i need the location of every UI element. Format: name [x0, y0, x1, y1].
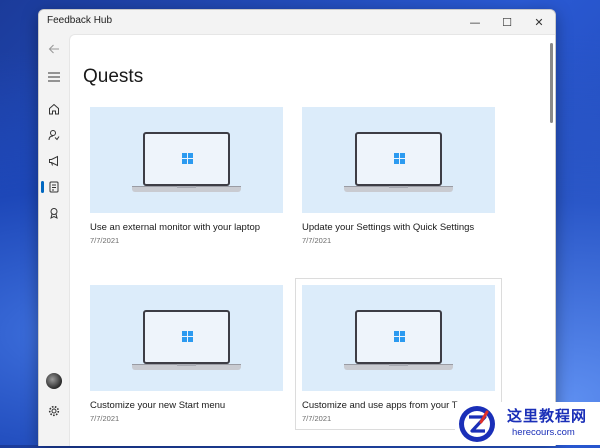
quest-illustration: [302, 107, 495, 213]
laptop-icon: [143, 132, 230, 186]
site-logo-icon: [457, 404, 497, 444]
windows-logo-icon: [182, 331, 194, 343]
quest-illustration: [302, 285, 495, 391]
feedback-icon: [48, 130, 60, 141]
window-title: Feedback Hub: [47, 15, 113, 26]
minimize-button[interactable]: —: [459, 10, 491, 34]
laptop-icon: [143, 310, 230, 364]
windows-logo-icon: [182, 153, 194, 165]
quest-date: 7/7/2021: [90, 414, 120, 423]
quest-card[interactable]: Update your Settings with Quick Settings…: [302, 107, 495, 245]
laptop-icon: [355, 132, 442, 186]
nav-feedback[interactable]: [42, 124, 66, 146]
announcements-icon: [49, 155, 58, 167]
back-button[interactable]: [42, 38, 66, 60]
quest-title: Customize your new Start menu: [90, 400, 226, 411]
quest-illustration: [90, 107, 283, 213]
gear-icon: [48, 405, 60, 417]
site-watermark: 这里教程网 herecours.com: [455, 402, 600, 445]
laptop-icon: [355, 310, 442, 364]
avatar[interactable]: [46, 373, 62, 389]
quest-title: Update your Settings with Quick Settings: [302, 222, 475, 233]
close-button[interactable]: ✕: [523, 10, 555, 34]
scrollbar[interactable]: [550, 43, 553, 123]
main-content: Quests Use an external monitor with your…: [69, 34, 555, 446]
nav-home[interactable]: [42, 98, 66, 120]
feedback-hub-window: Feedback Hub — ☐ ✕ Quests Use an externa…: [38, 9, 556, 446]
nav-announcements[interactable]: [42, 150, 66, 172]
nav-settings[interactable]: [42, 400, 66, 422]
watermark-name: 这里教程网: [507, 407, 588, 425]
quests-icon: [49, 181, 59, 193]
watermark-url: herecours.com: [512, 427, 575, 438]
page-title: Quests: [83, 66, 144, 87]
quest-illustration: [90, 285, 283, 391]
windows-logo-icon: [394, 331, 406, 343]
nav-quests[interactable]: [41, 176, 66, 198]
achievements-icon: [50, 208, 58, 219]
windows-logo-icon: [394, 153, 406, 165]
menu-button[interactable]: [42, 66, 66, 88]
title-bar[interactable]: Feedback Hub — ☐ ✕: [39, 10, 555, 34]
quest-card[interactable]: Use an external monitor with your laptop…: [90, 107, 283, 245]
quest-date: 7/7/2021: [302, 236, 332, 245]
hamburger-menu-icon: [48, 72, 60, 82]
quest-title: Use an external monitor with your laptop: [90, 222, 261, 233]
back-arrow-icon: [48, 44, 59, 54]
quest-card[interactable]: Customize your new Start menu 7/7/2021: [90, 285, 283, 423]
quest-date: 7/7/2021: [90, 236, 120, 245]
nav-achievements[interactable]: [42, 202, 66, 224]
home-icon: [49, 103, 59, 115]
maximize-button[interactable]: ☐: [491, 10, 523, 34]
navigation-pane: [39, 34, 69, 446]
